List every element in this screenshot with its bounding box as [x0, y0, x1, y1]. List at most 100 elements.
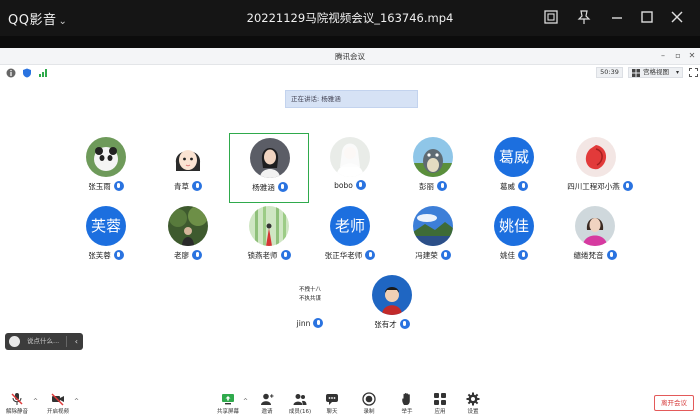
- signal-icon[interactable]: [38, 68, 48, 78]
- player-title-bar: QQ影音 ⌄ 20221129马院视频会议_163746.mp4: [0, 0, 700, 36]
- avatar: [250, 138, 290, 178]
- participant-tile[interactable]: 葛威 葛威: [474, 133, 554, 203]
- participant-tile[interactable]: 四川工程邓小燕: [555, 133, 645, 203]
- participant-name: 杨雅涵: [252, 183, 275, 192]
- screenshot-icon[interactable]: [543, 9, 559, 25]
- participant-name: 老廖: [174, 251, 189, 260]
- participant-tile[interactable]: 老廖: [148, 202, 228, 272]
- meeting-window: 腾讯会议 – ▫ ✕ 50:39 宫格视图 ▾ 正在讲话: 杨雅涵 张玉雨 青草: [0, 48, 700, 418]
- fullscreen-icon[interactable]: [689, 68, 698, 77]
- avatar: [86, 137, 126, 177]
- microphone-icon: [365, 250, 376, 260]
- participant-tile[interactable]: 彭丽: [393, 133, 473, 203]
- share-screen-button[interactable]: 共享屏幕: [215, 392, 241, 415]
- chevron-up-icon[interactable]: ^: [243, 398, 248, 405]
- avatar: [168, 206, 208, 246]
- window-minimize-icon[interactable]: –: [658, 51, 668, 60]
- avatar: [330, 137, 370, 177]
- collapse-arrow-icon[interactable]: ‹: [75, 333, 78, 350]
- participant-tile[interactable]: 青草: [148, 133, 228, 203]
- participant-name: 缱绻梵音: [573, 251, 604, 260]
- avatar: [168, 137, 208, 177]
- microphone-icon: [399, 319, 410, 329]
- shield-icon[interactable]: [22, 68, 32, 78]
- window-restore-icon[interactable]: ▫: [673, 51, 683, 60]
- calligraphy-avatar: 不拽十八 不执共谋: [290, 275, 330, 315]
- record-button[interactable]: 录制: [359, 392, 379, 415]
- start-video-button[interactable]: 开启视频: [44, 392, 72, 415]
- apps-button[interactable]: 应用: [430, 392, 450, 415]
- chat-placeholder: 说点什么...: [27, 337, 60, 345]
- microphone-icon: [440, 250, 451, 260]
- meeting-status-row: 50:39 宫格视图 ▾: [0, 65, 700, 80]
- add-user-icon: [261, 393, 274, 405]
- participant-tile[interactable]: 姚佳 姚佳: [474, 202, 554, 272]
- info-icon[interactable]: [6, 68, 16, 78]
- settings-label: 设置: [467, 409, 479, 415]
- participant-name: 彭丽: [419, 182, 434, 191]
- members-button[interactable]: 成员(16): [287, 392, 313, 415]
- apps-label: 应用: [434, 409, 446, 415]
- participant-tile[interactable]: 老师 张正华老师: [310, 202, 390, 272]
- calligraphy-line: 不执共谋: [298, 296, 321, 302]
- record-label: 录制: [363, 409, 375, 415]
- pin-icon[interactable]: [576, 9, 592, 25]
- participant-name: 张玉雨: [88, 182, 111, 191]
- view-mode-button[interactable]: 宫格视图 ▾: [628, 67, 683, 78]
- apps-grid-icon: [434, 393, 446, 405]
- grid-icon: [632, 69, 640, 77]
- gear-icon: [466, 392, 480, 406]
- raise-hand-button[interactable]: 举手: [397, 392, 417, 415]
- participant-tile[interactable]: 冯建荣: [393, 202, 473, 272]
- unmute-button[interactable]: 解除静音: [4, 392, 30, 415]
- microphone-icon: [280, 250, 291, 260]
- close-icon[interactable]: [669, 9, 685, 25]
- window-close-icon[interactable]: ✕: [687, 51, 697, 60]
- leave-meeting-button[interactable]: 离开会议: [654, 395, 694, 411]
- participant-tile[interactable]: 张玉雨: [66, 133, 146, 203]
- avatar: [413, 137, 453, 177]
- view-mode-label: 宫格视图: [643, 68, 669, 76]
- avatar: [576, 137, 616, 177]
- microphone-icon: [355, 180, 366, 190]
- microphone-icon: [437, 181, 447, 191]
- microphone-icon: [313, 318, 324, 328]
- microphone-icon: [192, 181, 202, 191]
- avatar: [413, 206, 453, 246]
- invite-button[interactable]: 邀请: [257, 392, 277, 415]
- participant-name: 冯建荣: [415, 251, 438, 260]
- participant-name: 锁燕老师: [247, 251, 278, 260]
- users-icon: [293, 394, 307, 405]
- video-label: 开启视频: [46, 409, 69, 415]
- chevron-up-icon[interactable]: ^: [33, 398, 38, 405]
- participant-name: 青草: [174, 182, 189, 191]
- participant-name: jinn: [296, 319, 311, 328]
- chat-input[interactable]: 说点什么... ‹: [5, 333, 83, 350]
- avatar-initials: 姚佳: [494, 206, 534, 246]
- microphone-muted-icon: [11, 393, 23, 405]
- meeting-app-title: 腾讯会议: [335, 52, 365, 61]
- participant-name: 张正华老师: [324, 251, 363, 260]
- camera-off-icon: [51, 393, 64, 406]
- chat-button[interactable]: 聊天: [322, 392, 342, 415]
- avatar: [249, 206, 289, 246]
- participant-tile[interactable]: 张有才: [352, 271, 432, 341]
- chevron-down-icon: ▾: [675, 69, 679, 76]
- chevron-up-icon[interactable]: ^: [74, 398, 79, 405]
- maximize-icon[interactable]: [639, 9, 655, 25]
- participant-name: 张有才: [374, 320, 397, 329]
- microphone-icon: [622, 181, 633, 191]
- participant-name: 四川工程邓小燕: [567, 182, 620, 191]
- avatar: [575, 206, 615, 246]
- participant-tile[interactable]: 芙蓉 张芙蓉: [66, 202, 146, 272]
- emoji-icon[interactable]: [9, 336, 20, 347]
- participant-tile[interactable]: bobo: [310, 133, 390, 203]
- participant-tile-active[interactable]: 杨雅涵: [229, 133, 309, 203]
- minimize-icon[interactable]: [609, 9, 625, 25]
- settings-button[interactable]: 设置: [463, 392, 483, 415]
- participant-tile[interactable]: 缱绻梵音: [555, 202, 635, 272]
- avatar-initials: 老师: [330, 206, 370, 246]
- participant-name: 葛威: [500, 182, 515, 191]
- participant-tile[interactable]: 锁燕老师: [229, 202, 309, 272]
- participant-tile[interactable]: 不拽十八 不执共谋 jinn: [270, 271, 350, 341]
